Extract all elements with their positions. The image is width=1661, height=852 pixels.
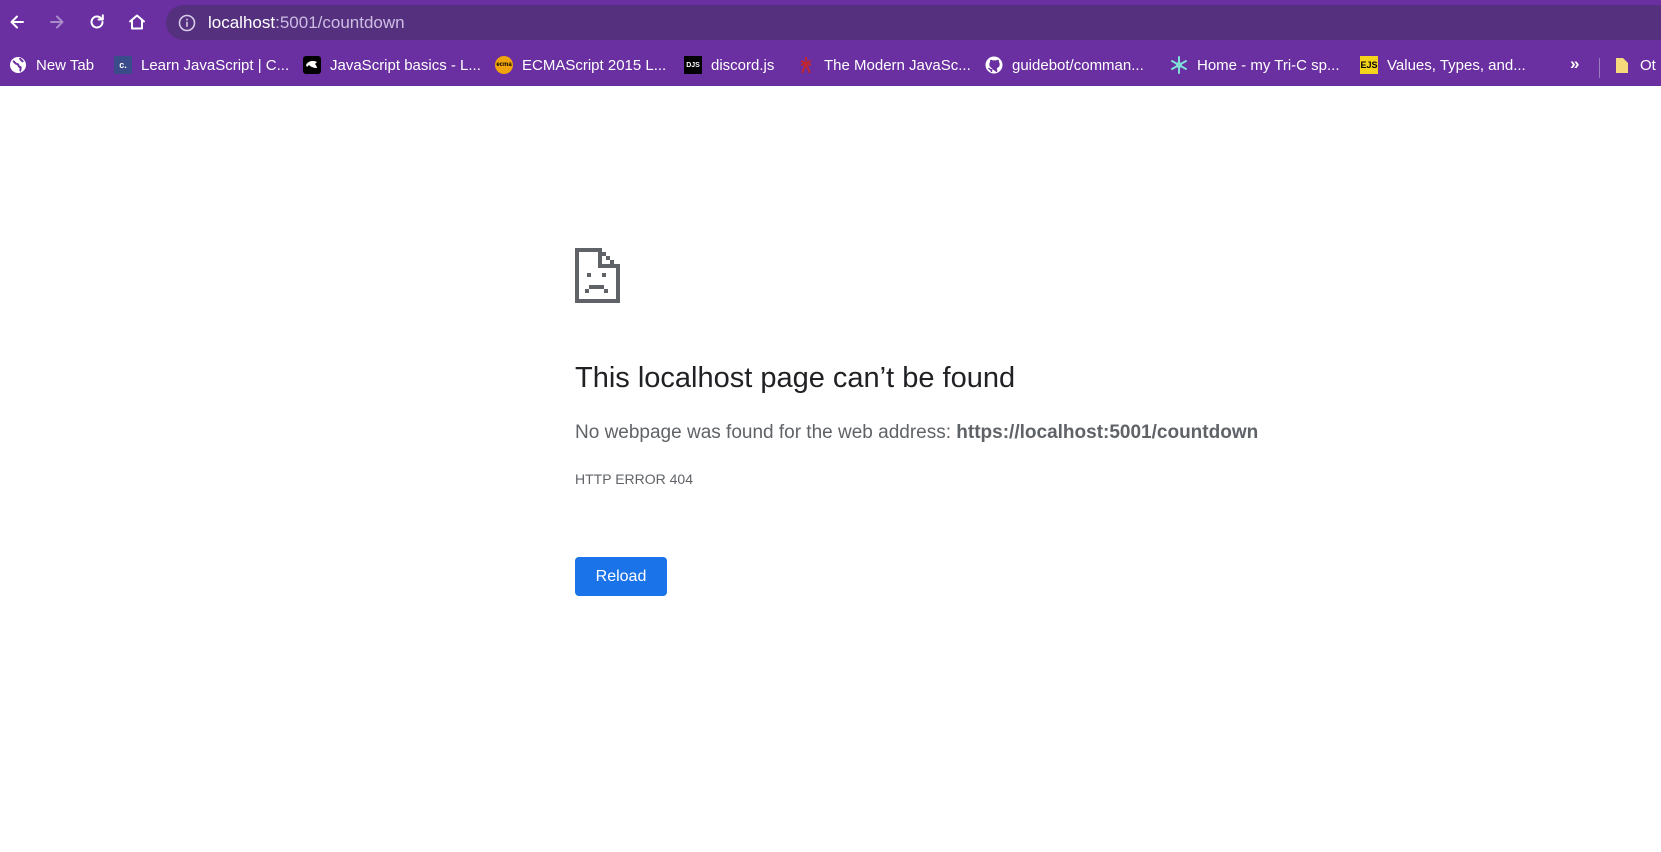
- globe-icon: [9, 56, 27, 74]
- bookmarks-divider: [1599, 58, 1600, 78]
- bookmark-label: The Modern JavaSc...: [824, 56, 971, 74]
- forward-button[interactable]: [43, 8, 71, 36]
- back-arrow-icon: [10, 15, 24, 29]
- bookmark-label: Ot: [1640, 56, 1656, 74]
- error-description: No webpage was found for the web address…: [575, 421, 1258, 445]
- info-icon[interactable]: [178, 14, 196, 32]
- home-button[interactable]: [123, 8, 151, 36]
- codecademy-icon: c.: [114, 56, 132, 74]
- bookmark-modern-javascript[interactable]: The Modern JavaSc...: [797, 51, 971, 79]
- bookmark-label: Home - my Tri-C sp...: [1197, 56, 1340, 74]
- bookmark-label: New Tab: [36, 56, 95, 74]
- browser-chrome: localhost:5001/countdown New Tab c. Lear…: [0, 0, 1661, 86]
- bookmark-ecma[interactable]: ecma ECMAScript 2015 L...: [495, 51, 666, 79]
- folder-icon: [1613, 56, 1631, 74]
- bookmark-codecademy[interactable]: c. Learn JavaScript | C...: [114, 51, 289, 79]
- address-bar[interactable]: localhost:5001/countdown: [166, 5, 1661, 40]
- error-code: HTTP ERROR 404: [575, 471, 693, 487]
- refresh-button[interactable]: [83, 8, 111, 36]
- bookmark-label: discord.js: [711, 56, 775, 74]
- error-title: This localhost page can’t be found: [575, 362, 1016, 394]
- url-path: :5001/countdown: [275, 13, 405, 32]
- bookmark-tri-c[interactable]: Home - my Tri-C sp...: [1170, 51, 1340, 79]
- forward-arrow-icon: [50, 15, 64, 29]
- snowflake-icon: [1170, 56, 1188, 74]
- refresh-icon: [90, 14, 104, 29]
- bookmark-label: guidebot/comman...: [1012, 56, 1144, 74]
- bookmark-label: Learn JavaScript | C...: [141, 56, 290, 74]
- bookmarks-bar: New Tab c. Learn JavaScript | C... JavaS…: [0, 44, 1661, 86]
- bookmark-label: ECMAScript 2015 L...: [522, 56, 667, 74]
- url-host: localhost: [208, 13, 276, 32]
- bookmark-ejs[interactable]: EJS Values, Types, and...: [1360, 51, 1526, 79]
- javascript-info-icon: [797, 56, 815, 74]
- error-description-text: No webpage was found for the web address…: [575, 422, 957, 443]
- ejs-icon: EJS: [1360, 56, 1378, 74]
- back-button[interactable]: [3, 8, 31, 36]
- bookmark-label: JavaScript basics - L...: [330, 56, 481, 74]
- sad-page-icon: [575, 248, 620, 303]
- github-icon: [985, 56, 1003, 74]
- bookmark-new-tab[interactable]: New Tab: [9, 51, 94, 79]
- mdn-icon: [303, 56, 321, 74]
- bookmark-discordjs[interactable]: DJS discord.js: [684, 51, 774, 79]
- address-url[interactable]: localhost:5001/countdown: [208, 13, 405, 33]
- bookmark-mdn[interactable]: JavaScript basics - L...: [303, 51, 481, 79]
- bookmark-github[interactable]: guidebot/comman...: [985, 51, 1144, 79]
- reload-button[interactable]: Reload: [575, 557, 667, 596]
- discordjs-icon: DJS: [684, 56, 702, 74]
- error-url: https://localhost:5001/countdown: [956, 422, 1259, 443]
- bookmark-label: Values, Types, and...: [1387, 56, 1526, 74]
- bookmark-other-folder[interactable]: Ot: [1613, 51, 1656, 79]
- more-bookmarks-button[interactable]: »: [1570, 54, 1579, 74]
- browser-toolbar: localhost:5001/countdown: [0, 0, 1661, 44]
- home-icon: [129, 14, 145, 30]
- ecma-icon: ecma: [495, 56, 513, 74]
